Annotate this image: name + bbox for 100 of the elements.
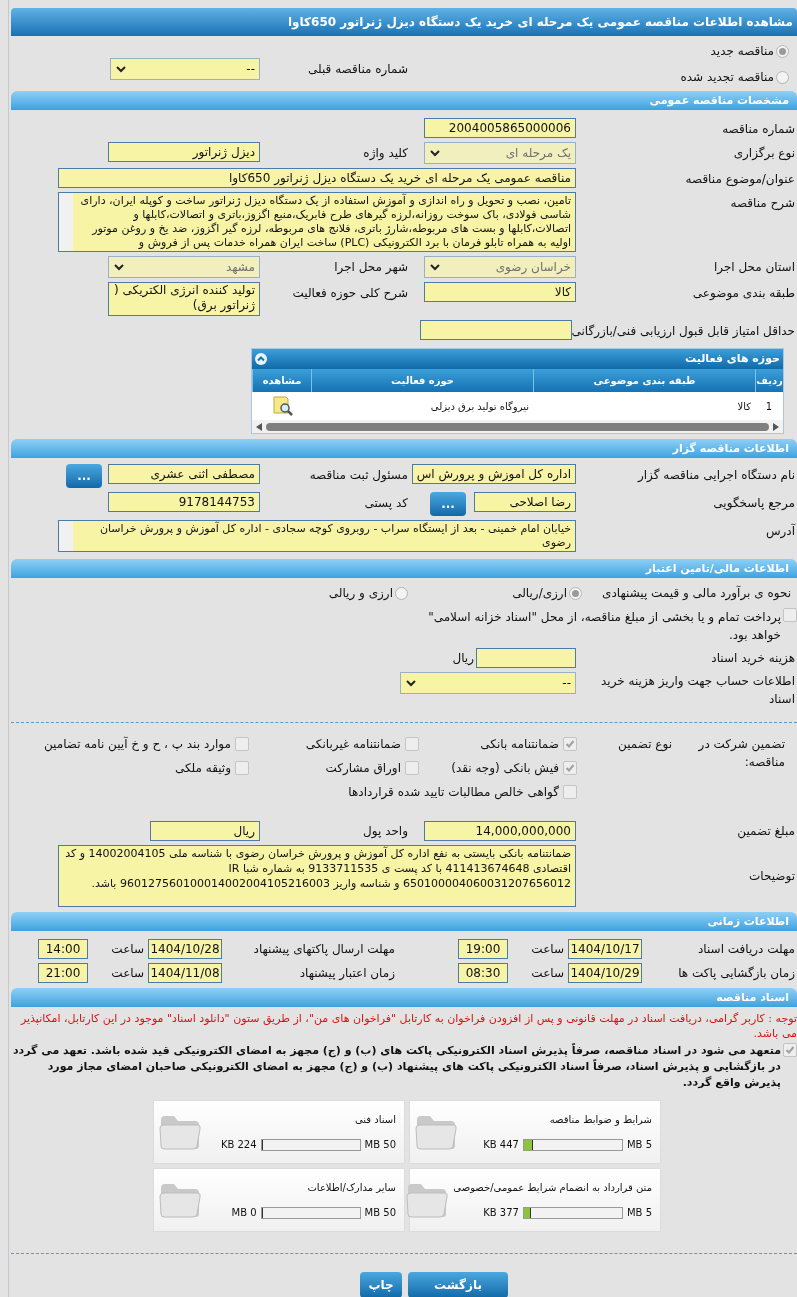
select-field[interactable]: --	[110, 58, 260, 80]
text-field[interactable]	[476, 648, 576, 668]
checkbox[interactable]	[783, 608, 797, 622]
checkbox[interactable]	[563, 761, 577, 775]
time-field[interactable]: 14:00	[38, 939, 88, 959]
text-area[interactable]: تولید کننده انرژی الکتریکی ( ژنراتور برق)	[108, 282, 260, 316]
max-size: 5 MB	[626, 1206, 652, 1220]
file-size: 447 KB	[483, 1138, 519, 1152]
checkbox-label[interactable]: گواهی خالص مطالبات تایید شده قراردادها	[348, 783, 559, 801]
radio-button[interactable]	[776, 70, 789, 84]
document-title[interactable]: سایر مدارک/اطلاعات	[206, 1180, 396, 1195]
field-label: استان محل اجرا	[712, 259, 796, 276]
browse-button[interactable]: ...	[66, 464, 102, 488]
radio-label[interactable]: ارزی/ریالی	[512, 584, 567, 602]
text-field[interactable]: 9178144753	[108, 492, 260, 512]
chevron-down-icon	[113, 263, 125, 271]
document-title[interactable]: شرایط و ضوابط مناقصه	[462, 1112, 652, 1127]
scrollbar[interactable]	[59, 193, 73, 251]
field-label: طبقه بندی موضوعی	[691, 285, 796, 302]
file-size: 0 MB	[231, 1206, 257, 1220]
checkbox-label[interactable]: وثیقه ملکی	[174, 759, 231, 777]
text-field[interactable]	[419, 320, 572, 340]
text-field[interactable]: کالا	[424, 282, 576, 302]
text-area[interactable]: ضمانتنامه بانکی بایستی به نفع اداره کل آموزش و پرورش خراسان رضوی با شناسه ملی 14002004105 و کد اقتصادی 411413674648 با کد پست ی 9133711535 به شماره شبا IR 650100004060031207656012 و شناسه واریز 960127560100014002004105216003 باشد.	[58, 845, 576, 907]
checkbox[interactable]	[563, 785, 577, 799]
section-header: اطلاعات مالی/تامین اعتبار	[11, 559, 797, 578]
collapse-icon[interactable]	[255, 353, 267, 365]
field-label: ساعت	[530, 941, 565, 958]
field-label: زمان اعتبار پیشنهاد	[298, 965, 396, 982]
table-cell-text: نیروگاه تولید برق دیزلی	[429, 399, 530, 414]
table-title: حوزه های فعالیت	[685, 350, 780, 367]
field-label: نوع برگزاری	[732, 145, 796, 162]
text-field[interactable]: اداره کل اموزش و پرورش اس	[411, 464, 576, 484]
file-size: 224 KB	[220, 1138, 257, 1152]
checkbox-label[interactable]: موارد بند پ ، ح و خ آیین نامه تضامین	[43, 735, 231, 753]
text-field[interactable]: 14,000,000,000	[424, 821, 576, 841]
date-field[interactable]: 1404/10/17	[568, 939, 642, 959]
checkbox-label[interactable]: ضمانتنامه غیربانکی	[305, 735, 401, 753]
time-field[interactable]: 08:30	[458, 963, 508, 983]
field-label: نوع تضمین	[617, 736, 672, 753]
radio-button[interactable]	[569, 586, 582, 600]
max-size: 50 MB	[364, 1138, 396, 1152]
select-field[interactable]: --	[400, 672, 576, 694]
checkbox[interactable]	[235, 761, 249, 775]
field-label: حداقل امتیاز قابل قبول ارزیابی فنی/بازرگانی	[571, 323, 796, 340]
checkbox[interactable]	[405, 737, 419, 751]
checkbox[interactable]	[563, 737, 577, 751]
text-field[interactable]: ریال	[150, 821, 260, 841]
time-field[interactable]: 21:00	[38, 963, 88, 983]
checkbox-label[interactable]: پرداخت تمام و یا بخشی از مبلغ مناقصه، از محل "اسناد خزانه اسلامی" خواهد بود.	[421, 608, 781, 644]
field-label: شهر محل اجرا	[333, 259, 409, 276]
browse-button[interactable]: ...	[430, 492, 466, 516]
date-field[interactable]: 1404/11/08	[148, 963, 222, 983]
checkbox-label[interactable]: اوراق مشارکت	[325, 759, 401, 777]
radio-label[interactable]: مناقصه تجدید شده	[680, 68, 774, 86]
time-field[interactable]: 19:00	[458, 939, 508, 959]
horizontal-scrollbar[interactable]	[252, 420, 783, 433]
checkbox[interactable]	[405, 761, 419, 775]
notice-text: توجه : کاربر گرامی، دریافت اسناد در مهلت قانونی و پس از افزودن فراخوان به کارتابل "فراخوان های من"، از طریق ستون "دانلود اسناد" موجود در این کارتابل، امکانپذیر می باشد.	[19, 1011, 797, 1041]
text-field[interactable]: مصطفی اثنی عشری	[108, 464, 260, 484]
radio-button[interactable]	[395, 586, 408, 600]
page-title: مشاهده اطلاعات مناقصه عمومی یک مرحله ای خرید یک دستگاه دیزل ژنراتور 650کاوا	[11, 8, 797, 36]
field-label: مبلغ تضمین	[736, 823, 796, 840]
scroll-arrow-icon[interactable]	[256, 422, 262, 431]
table-cell-text: 1	[764, 399, 774, 414]
field-label: مسئول ثبت مناقصه	[308, 467, 409, 484]
document-title[interactable]: متن قرارداد به انضمام شرایط عمومی/خصوصی	[453, 1180, 652, 1195]
radio-label[interactable]: ارزی و ریالی	[328, 584, 393, 602]
scrollbar[interactable]	[59, 521, 73, 551]
column-header: حوزه فعالیت	[311, 369, 533, 392]
unit-label: ریال	[452, 650, 475, 667]
checkbox[interactable]	[235, 737, 249, 751]
checkbox-label[interactable]: ضمانتنامه بانکی	[480, 735, 559, 753]
document-title[interactable]: اسناد فنی	[206, 1112, 396, 1127]
date-field[interactable]: 1404/10/28	[148, 939, 222, 959]
column-header: مشاهده	[252, 369, 311, 392]
field-label: آدرس	[764, 522, 797, 540]
text-field[interactable]: دیزل ژنراتور	[108, 142, 260, 162]
commitment-text[interactable]: متعهد می شود در اسناد مناقصه، صرفاً پذیرش اسناد الکترونیکی پاکت های (ب) و (ج) مجهز به امضای الکترونیکی قید شده باشد. تعهد می گردد در بازگشایی و پذیرش اسناد، صرفاً اسناد الکترونیکی پاکت های پیشنهاد (ب) و (ج) مجهز به امضای الکترونیکی صاحبان امضای مجاز مورد پذیرش واقع گردد.	[11, 1043, 781, 1091]
text-area[interactable]: تامین، نصب و تحویل و راه اندازی و آموزش استفاده از یک دستگاه دیزل ژنراتور ساخت و کوپله ایران، دارای شاسی فولادی، باک سوخت روزانه،لرزه گیرهای طرح فابریک،منبع اگزوز،باتری و اتصالات،کابلها و اتصالات،کابلها و بست های مربوطه،شارژ باتری، فلانج های مربوطه، لرزه گیر اگزوز، ضد یخ و روغن موتور اولیه به همراه تابلو فرمان با برد الکترونیکی (PLC) ساخت ایران همراه خدمات پس از فروش و	[58, 192, 576, 252]
scroll-arrow-icon[interactable]	[773, 422, 779, 431]
field-label: مهلت دریافت اسناد	[697, 941, 796, 958]
date-field[interactable]: 1404/10/29	[568, 963, 642, 983]
action-button[interactable]: بازگشت	[408, 1272, 508, 1297]
section-header: اطلاعات زمانی	[11, 912, 797, 931]
text-area[interactable]: خیابان امام خمینی - بعد از ایستگاه سراب - روبروی کوچه سجادی - اداره کل آموزش و پرورش خراسان رضوی	[58, 520, 576, 552]
checkbox-label[interactable]: فیش بانکی (وجه نقد)	[451, 759, 559, 777]
field-label: مهلت ارسال پاکتهای پیشنهاد	[252, 941, 396, 958]
field-label: شماره مناقصه	[721, 121, 796, 138]
text-field[interactable]: 2004005865000006	[424, 118, 576, 138]
checkbox[interactable]	[783, 1043, 797, 1057]
text-field[interactable]: مناقصه عمومی یک مرحله ای خرید یک دستگاه دیزل ژنراتور 650کاوا	[58, 168, 576, 188]
radio-button[interactable]	[776, 44, 789, 58]
radio-label[interactable]: مناقصه جدید	[710, 42, 774, 60]
field-label: مرجع پاسخگویی	[712, 495, 796, 512]
column-header: طبقه بندی موضوعی	[533, 369, 755, 392]
field-label: ساعت	[110, 965, 145, 982]
action-button[interactable]: چاپ	[360, 1272, 402, 1297]
text-field[interactable]: رضا اصلاحی	[474, 492, 576, 512]
field-label: شرح مناقصه	[729, 195, 796, 212]
